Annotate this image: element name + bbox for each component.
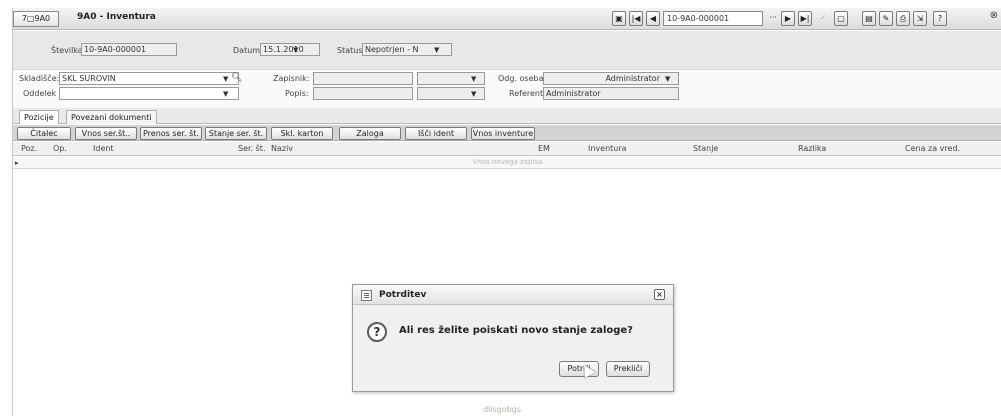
prenos-ser-st-button[interactable]: Prenos ser. št.	[140, 127, 202, 140]
col-razlika[interactable]: Razlika	[798, 144, 826, 153]
referent-field[interactable]: Administrator	[543, 87, 679, 100]
zapisnik-dropdown-icon[interactable]: ▼	[471, 75, 476, 83]
col-em[interactable]: EM	[538, 144, 550, 153]
new-document-icon[interactable]: ▢	[834, 11, 848, 26]
desktop-margin	[0, 0, 12, 416]
col-stanje[interactable]: Stanje	[693, 144, 718, 153]
footer-hint: dlisgobgs	[483, 405, 521, 414]
popis-dropdown-icon[interactable]: ▼	[471, 90, 476, 98]
datum-dropdown-icon[interactable]: ▼	[293, 46, 298, 54]
title-bar: 7▢9A0 9A0 - Inventura ▣ |◀ ◀ 10-9A0-0000…	[13, 8, 1001, 30]
referent-label: Referent	[509, 89, 544, 98]
question-icon: ?	[367, 322, 387, 342]
dialog-close-icon[interactable]: ×	[654, 289, 665, 300]
skladisce-label: Skladišče:	[19, 74, 60, 83]
skladisce-dropdown-icon[interactable]: ▼	[223, 75, 228, 83]
export-icon[interactable]: ⇲	[913, 11, 927, 26]
col-poz[interactable]: Poz.	[21, 144, 37, 153]
isci-ident-button[interactable]: Išči ident	[405, 127, 467, 140]
record-number-field[interactable]: 10-9A0-000001	[663, 11, 763, 26]
table-header: Poz. Op. Ident Ser. št. Naziv EM Inventu…	[13, 142, 1001, 156]
first-record-icon[interactable]: |◀	[629, 11, 643, 26]
odg-oseba-label: Odg. oseba	[498, 74, 544, 83]
lookup-icon[interactable]: ···	[766, 11, 780, 26]
form-panel: Skladišče: SKL SUROVIN ▼ 🔍︎ Oddelek ▼ Za…	[13, 69, 1001, 109]
print-icon[interactable]: ⎙	[896, 11, 910, 26]
dialog-title: Potrditev	[379, 290, 427, 300]
dialog-message: Ali res želite poiskati novo stanje zalo…	[399, 325, 633, 336]
copy-record-icon[interactable]: ▣	[612, 11, 626, 26]
stevilka-label: Številka	[51, 46, 83, 55]
popis-label: Popis:	[285, 89, 309, 98]
oddelek-field[interactable]	[59, 87, 239, 100]
window-close-icon[interactable]: ⊗	[990, 10, 998, 21]
vnos-inventure-button[interactable]: Vnos inventure	[471, 127, 535, 140]
header-panel: Številka 10-9A0-000001 Datum 15.1.2010 ▼…	[13, 31, 1001, 69]
col-naziv[interactable]: Naziv	[271, 144, 293, 153]
zaloga-button[interactable]: Zaloga	[339, 127, 401, 140]
confirm-dialog: Potrditev × ? Ali res želite poiskati no…	[352, 284, 674, 392]
skladisce-field[interactable]: SKL SUROVIN	[59, 72, 239, 85]
stevilka-field[interactable]: 10-9A0-000001	[81, 43, 177, 56]
status-dropdown-icon[interactable]: ▼	[434, 46, 439, 54]
next-record-icon[interactable]: ▶	[781, 11, 795, 26]
new-record-hint: Vnos novega zapisa	[472, 158, 543, 166]
dialog-title-bar: Potrditev ×	[353, 285, 673, 305]
tab-strip: Pozicije Povezani dokumenti	[13, 108, 1001, 124]
zapisnik-field[interactable]	[313, 72, 413, 85]
col-op[interactable]: Op.	[53, 144, 67, 153]
cancel-button[interactable]: Prekliči	[606, 361, 650, 377]
oddelek-label: Oddelek	[23, 89, 57, 98]
stanje-ser-st-button[interactable]: Stanje ser. št.	[205, 127, 267, 140]
tab-pozicije[interactable]: Pozicije	[19, 110, 59, 124]
app-code-button[interactable]: 7▢9A0	[13, 11, 59, 27]
vnos-ser-st-button[interactable]: Vnos ser.št..	[75, 127, 137, 140]
col-cena-za-vred[interactable]: Cena za vred.	[905, 144, 960, 153]
odg-oseba-select[interactable]: Administrator	[543, 72, 679, 85]
datum-label: Datum	[233, 46, 261, 55]
prev-record-icon[interactable]: ◀	[646, 11, 660, 26]
new-record-row[interactable]: ▸ Vnos novega zapisa	[13, 157, 1001, 169]
zapisnik-label: Zapisnik:	[273, 74, 310, 83]
tab-povezani-dokumenti[interactable]: Povezani dokumenti	[66, 110, 157, 124]
col-ser-st[interactable]: Ser. št.	[238, 144, 266, 153]
help-icon[interactable]: ?	[933, 11, 947, 26]
odg-oseba-dropdown-icon[interactable]: ▼	[665, 75, 670, 83]
confirm-check-icon[interactable]: ✓	[816, 11, 830, 26]
window-title: 9A0 - Inventura	[77, 12, 156, 22]
skladisce-search-icon[interactable]: 🔍︎	[231, 73, 242, 83]
oddelek-dropdown-icon[interactable]: ▼	[223, 90, 228, 98]
col-ident[interactable]: Ident	[93, 144, 114, 153]
report-icon[interactable]: ▤	[862, 11, 876, 26]
col-inventura[interactable]: Inventura	[588, 144, 627, 153]
datum-field[interactable]: 15.1.2010	[260, 43, 320, 56]
last-record-icon[interactable]: ▶|	[798, 11, 812, 26]
action-toolbar: Čitalec Vnos ser.št.. Prenos ser. št. St…	[13, 125, 1001, 141]
skl-karton-button[interactable]: Skl. karton	[271, 127, 333, 140]
popis-field[interactable]	[313, 87, 413, 100]
citalec-button[interactable]: Čitalec	[17, 127, 71, 140]
tools-icon[interactable]: ✎	[879, 11, 893, 26]
dialog-menu-icon[interactable]	[361, 290, 372, 301]
status-label: Status	[337, 46, 363, 55]
